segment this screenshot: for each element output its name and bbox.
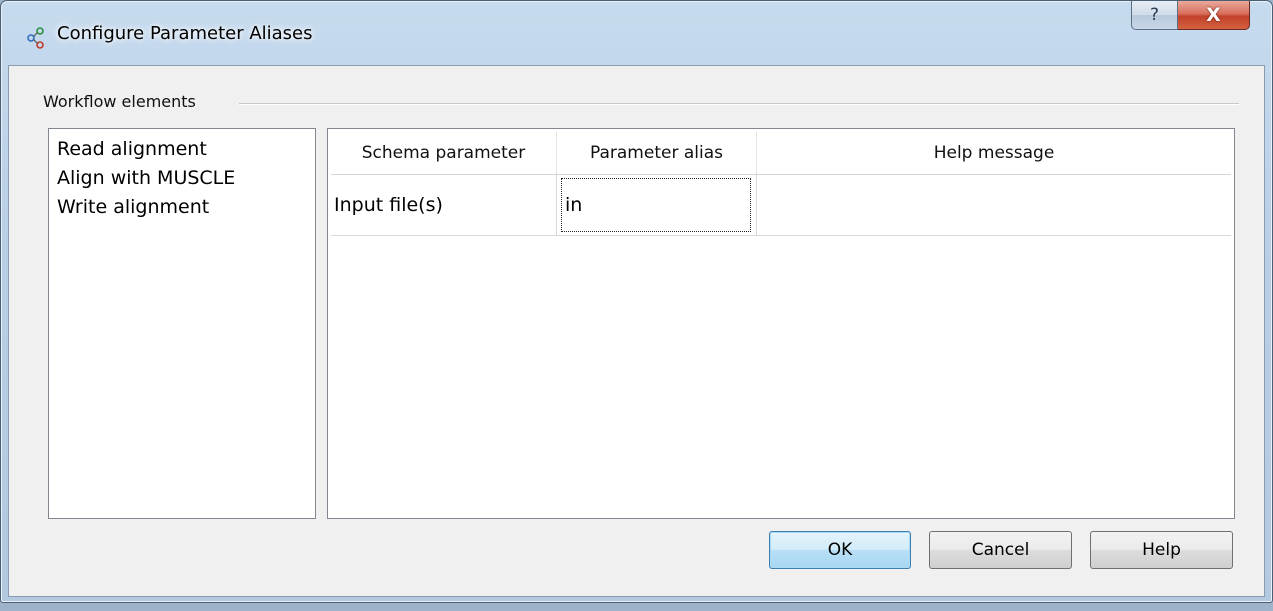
column-header-parameter-alias[interactable]: Parameter alias (557, 132, 757, 174)
list-item-align-with-muscle[interactable]: Align with MUSCLE (57, 164, 315, 193)
group-divider (239, 103, 1239, 105)
help-button[interactable]: Help (1090, 531, 1233, 569)
caption-buttons: ? X (1131, 1, 1250, 31)
cell-schema-parameter[interactable]: Input file(s) (331, 175, 557, 235)
column-header-help-message[interactable]: Help message (757, 132, 1231, 174)
table-row[interactable]: Input file(s) in (331, 175, 1231, 236)
parameters-table[interactable]: Schema parameter Parameter alias Help me… (327, 128, 1235, 519)
dialog-window: Configure Parameter Aliases ? X Workflow… (0, 0, 1273, 603)
cancel-button[interactable]: Cancel (929, 531, 1072, 569)
title-bar[interactable]: Configure Parameter Aliases ? X (1, 1, 1272, 65)
close-icon: X (1206, 4, 1221, 26)
workflow-icon (27, 27, 44, 49)
question-mark-icon: ? (1149, 5, 1160, 25)
workflow-elements-list[interactable]: Read alignment Align with MUSCLE Write a… (48, 128, 316, 519)
ok-button[interactable]: OK (769, 531, 911, 569)
cell-help-message[interactable] (757, 175, 1231, 235)
close-button[interactable]: X (1178, 1, 1250, 30)
context-help-button[interactable]: ? (1131, 1, 1178, 30)
parameter-alias-input[interactable]: in (561, 178, 751, 232)
window-title: Configure Parameter Aliases (57, 23, 313, 44)
column-header-schema-parameter[interactable]: Schema parameter (331, 132, 557, 174)
list-item-read-alignment[interactable]: Read alignment (57, 135, 315, 164)
cell-parameter-alias[interactable]: in (557, 175, 757, 235)
workflow-elements-label: Workflow elements (43, 92, 204, 111)
list-item-write-alignment[interactable]: Write alignment (57, 193, 315, 222)
dialog-body: Workflow elements Read alignment Align w… (8, 65, 1265, 597)
table-header: Schema parameter Parameter alias Help me… (331, 132, 1231, 175)
